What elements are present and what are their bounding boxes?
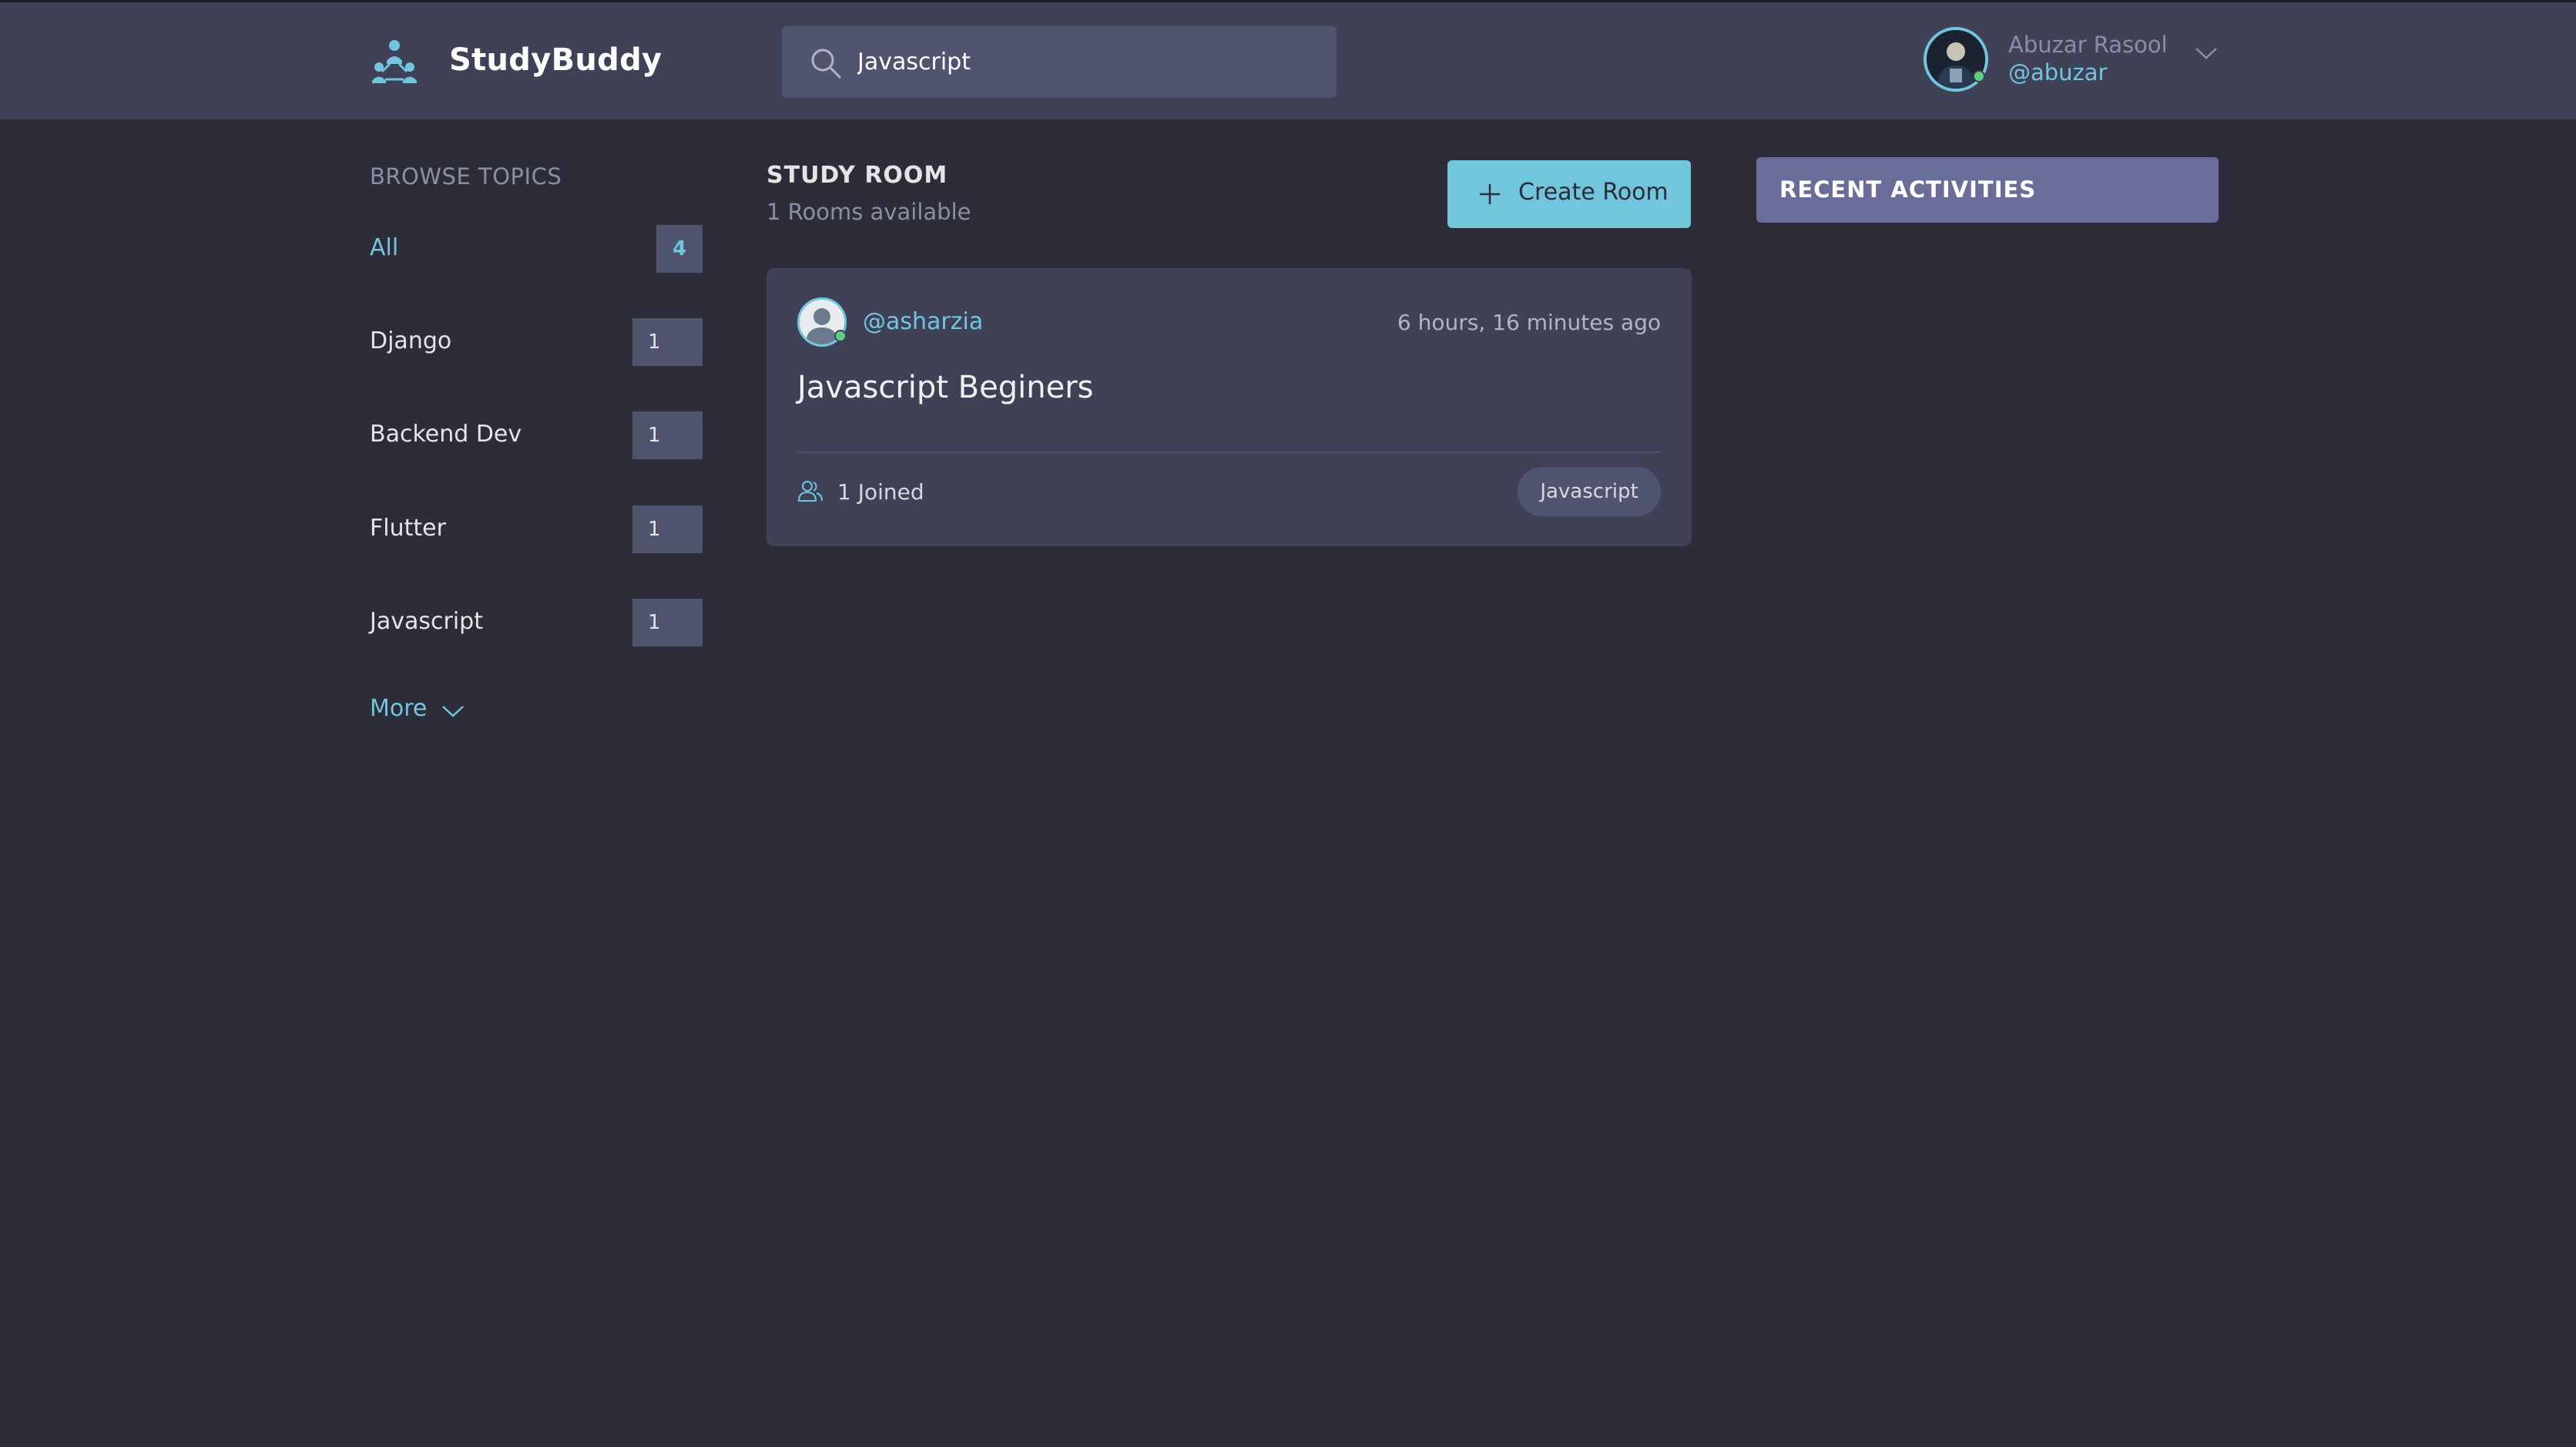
topic-item-backend-dev[interactable]: Backend Dev 1 — [370, 411, 703, 459]
topic-count-badge: 1 — [632, 411, 703, 459]
users-icon — [797, 481, 823, 502]
search-icon — [811, 49, 841, 79]
topic-item-django[interactable]: Django 1 — [370, 318, 703, 366]
topic-label: Flutter — [370, 515, 446, 542]
topic-count-badge: 4 — [656, 225, 703, 273]
create-room-button[interactable]: Create Room — [1447, 160, 1691, 228]
room-title-link[interactable]: Javascript Beginers — [797, 370, 1093, 405]
search-bar[interactable] — [782, 26, 1337, 98]
room-card[interactable]: @asharzia 6 hours, 16 minutes ago Javasc… — [766, 268, 1692, 546]
topic-count-badge: 1 — [632, 318, 703, 366]
host-handle-link[interactable]: @asharzia — [863, 308, 983, 335]
online-status-indicator — [834, 330, 847, 342]
chevron-down-icon[interactable] — [2194, 45, 2219, 61]
create-room-label: Create Room — [1518, 179, 1669, 206]
divider — [797, 452, 1661, 453]
user-avatar[interactable] — [1924, 27, 1988, 92]
topic-label: Javascript — [370, 608, 483, 635]
room-timestamp: 6 hours, 16 minutes ago — [1397, 310, 1661, 335]
online-status-indicator — [1973, 70, 1985, 82]
user-name[interactable]: Abuzar Rasool — [2008, 32, 2168, 58]
app-logo-text[interactable]: StudyBuddy — [449, 42, 662, 78]
topic-count-badge: 1 — [632, 505, 703, 553]
topic-item-all[interactable]: All 4 — [370, 225, 703, 273]
chevron-down-icon[interactable] — [441, 703, 465, 719]
recent-activities-header: RECENT ACTIVITIES — [1756, 157, 2219, 223]
joined-count: 1 Joined — [837, 479, 924, 505]
plus-icon — [1480, 184, 1500, 204]
page-title: STUDY ROOM — [766, 162, 948, 189]
app-header: StudyBuddy Abuzar Rasool @abuzar — [0, 2, 2576, 119]
more-topics-link[interactable]: More — [370, 695, 427, 722]
rooms-available-count: 1 Rooms available — [766, 199, 971, 225]
recent-activities-title: RECENT ACTIVITIES — [1779, 176, 2037, 203]
user-handle[interactable]: @abuzar — [2008, 59, 2107, 86]
room-topic-tag[interactable]: Javascript — [1518, 467, 1661, 516]
browse-topics-title: BROWSE TOPICS — [370, 163, 562, 190]
search-input[interactable] — [857, 26, 1320, 98]
topic-label: Backend Dev — [370, 421, 522, 448]
topic-item-flutter[interactable]: Flutter 1 — [370, 505, 703, 553]
topic-label: Django — [370, 327, 452, 354]
topic-count-badge: 1 — [632, 599, 703, 646]
topic-label: All — [370, 234, 399, 261]
topic-item-javascript[interactable]: Javascript 1 — [370, 599, 703, 646]
studybuddy-logo-icon[interactable] — [368, 36, 421, 89]
